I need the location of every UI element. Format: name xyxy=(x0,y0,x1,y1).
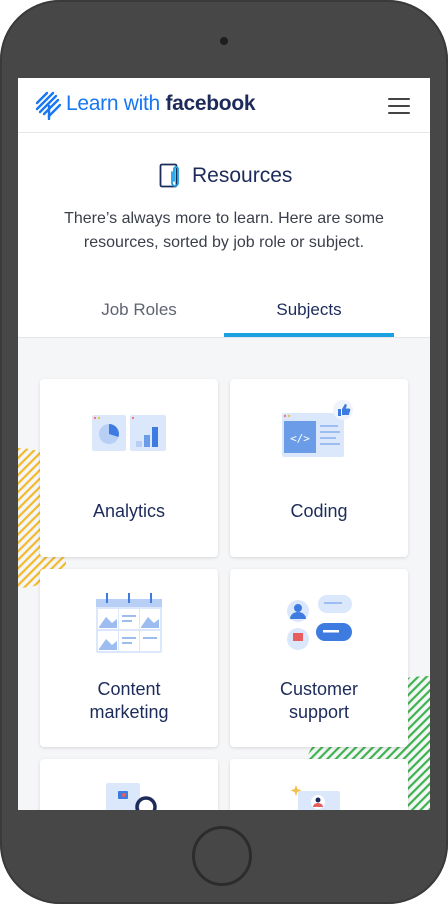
page-description: There’s always more to learn. Here are s… xyxy=(64,210,384,251)
top-navigation-bar: Learn with facebook xyxy=(18,78,430,133)
svg-text:</>: </> xyxy=(290,432,310,445)
screen: Learn with facebook Resources There’s al… xyxy=(18,78,430,810)
card-label: Coding xyxy=(290,501,348,521)
tab-subjects[interactable]: Subjects xyxy=(224,299,394,321)
tab-job-roles[interactable]: Job Roles xyxy=(54,299,224,321)
coding-illustration-icon: </> xyxy=(282,400,353,457)
brand-prefix: Learn with xyxy=(66,92,166,115)
learn-with-facebook-logo-icon[interactable] xyxy=(34,90,64,120)
calendar-illustration-icon xyxy=(96,593,162,653)
hamburger-menu-icon[interactable] xyxy=(388,98,410,114)
card-label: Customer support xyxy=(279,679,359,722)
subject-card-5[interactable] xyxy=(40,759,218,810)
document-clip-icon xyxy=(159,163,179,188)
card-label: Analytics xyxy=(92,501,166,521)
subject-card-content-marketing[interactable]: Content marketing xyxy=(40,569,218,747)
subject-card-6[interactable] xyxy=(230,759,408,810)
analytics-illustration-icon xyxy=(92,415,166,451)
subject-card-analytics[interactable]: Analytics xyxy=(40,379,218,557)
chat-illustration-icon xyxy=(287,595,352,650)
subject-card-customer-support[interactable]: Customer support xyxy=(230,569,408,747)
profile-document-illustration-icon xyxy=(290,785,340,810)
page-title: Resources xyxy=(192,164,293,187)
resources-intro: Resources There’s always more to learn. … xyxy=(18,133,430,338)
document-search-illustration-icon xyxy=(106,783,157,810)
phone-frame: Learn with facebook Resources There’s al… xyxy=(0,0,448,904)
tabs-divider xyxy=(18,337,430,338)
brand-name: facebook xyxy=(165,92,256,115)
subject-card-coding[interactable]: </> Coding xyxy=(230,379,408,557)
card-label: Content marketing xyxy=(89,679,169,722)
brand-wordmark[interactable]: Learn with facebook xyxy=(66,91,256,117)
home-button[interactable] xyxy=(192,826,252,886)
camera-dot xyxy=(220,37,228,45)
